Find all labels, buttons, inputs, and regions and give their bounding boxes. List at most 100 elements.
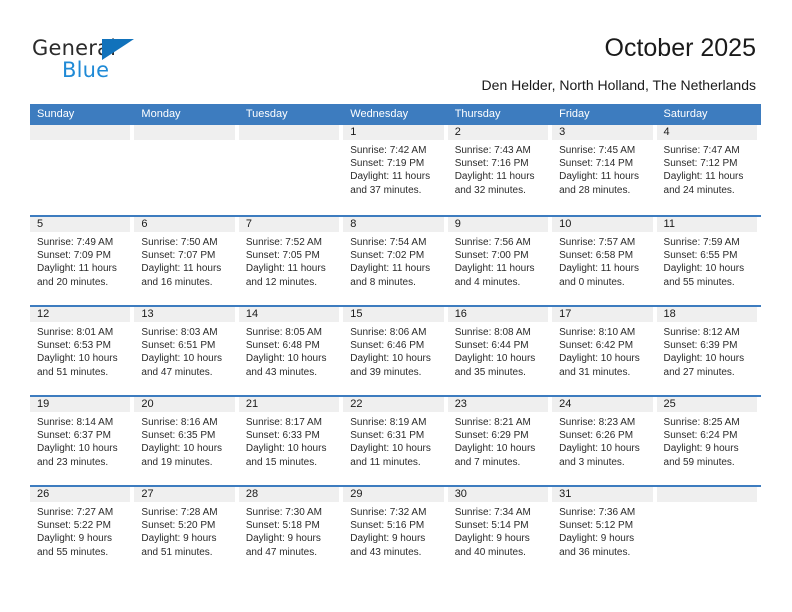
day-info-line: Sunset: 7:14 PM (559, 158, 634, 170)
day-number: 17 (559, 308, 572, 320)
day-info-line: Sunrise: 7:52 AM (245, 237, 322, 248)
day-number-band: 17 (552, 307, 653, 322)
day-sun-info: Sunrise: 7:30 AM Sunset: 5:18 PM Daylight:… (239, 502, 339, 559)
day-number-band: 2 (447, 125, 549, 140)
day-number: 31 (559, 488, 572, 500)
day-cell-23[interactable]: 23 Sunrise: 8:21 AM Sunset: 6:29 PM Dayligh… (447, 397, 552, 485)
day-info-line: Sunrise: 8:16 AM (141, 417, 218, 428)
day-cell-3[interactable]: 3 Sunrise: 7:45 AM Sunset: 7:14 PM Daylight… (552, 125, 656, 215)
day-cell-19[interactable]: 19 Sunrise: 8:14 AM Sunset: 6:37 PM Dayligh… (30, 397, 134, 485)
weekday-header-wednesday: Wednesday (350, 108, 409, 120)
day-cell-29[interactable]: 29 Sunrise: 7:32 AM Sunset: 5:16 PM Dayligh… (343, 487, 447, 575)
day-cell-28[interactable]: 28 Sunrise: 7:30 AM Sunset: 5:18 PM Dayligh… (238, 487, 343, 575)
day-cell-21[interactable]: 21 Sunrise: 8:17 AM Sunset: 6:33 PM Dayligh… (238, 397, 343, 485)
day-cell-7[interactable]: 7 Sunrise: 7:52 AM Sunset: 7:05 PM Daylight… (238, 217, 343, 305)
day-number-band: 4 (656, 125, 757, 140)
day-number: 28 (245, 488, 259, 500)
day-sun-info: Sunrise: 8:23 AM Sunset: 6:26 PM Daylight:… (552, 412, 652, 469)
day-cell-30[interactable]: 30 Sunrise: 7:34 AM Sunset: 5:14 PM Dayligh… (447, 487, 552, 575)
day-info-line: Sunrise: 8:06 AM (350, 327, 427, 338)
day-info-line: and 55 minutes. (37, 546, 109, 558)
day-info-line: Sunrise: 7:59 AM (663, 237, 740, 248)
day-sun-info: Sunrise: 7:47 AM Sunset: 7:12 PM Daylight:… (657, 140, 757, 197)
day-cell-10[interactable]: 10 Sunrise: 7:57 AM Sunset: 6:58 PM Dayligh… (552, 217, 656, 305)
day-cell-9[interactable]: 9 Sunrise: 7:56 AM Sunset: 7:00 PM Daylight… (447, 217, 552, 305)
day-info-line: and 0 minutes. (559, 276, 625, 288)
day-info-line: Sunrise: 8:21 AM (454, 417, 531, 428)
day-sun-info: Sunrise: 8:08 AM Sunset: 6:44 PM Daylight:… (448, 322, 548, 379)
day-info-line: Sunrise: 8:14 AM (37, 417, 114, 428)
day-info-line: Sunrise: 7:54 AM (350, 237, 427, 248)
day-sun-info: Sunrise: 8:25 AM Sunset: 6:24 PM Daylight:… (657, 412, 757, 469)
day-number: 4 (663, 126, 670, 138)
day-number-band: 5 (30, 217, 131, 232)
day-number-band: 8 (343, 217, 444, 232)
day-info-line: Sunrise: 7:27 AM (37, 507, 114, 518)
day-cell-14[interactable]: 14 Sunrise: 8:05 AM Sunset: 6:48 PM Dayligh… (238, 307, 343, 395)
day-info-line: Daylight: 11 hours (559, 171, 639, 183)
day-number: 1 (350, 126, 357, 138)
day-number-band: 19 (30, 397, 131, 412)
day-number-band: 23 (447, 397, 549, 412)
day-cell-12[interactable]: 12 Sunrise: 8:01 AM Sunset: 6:53 PM Dayligh… (30, 307, 134, 395)
day-info-line: Daylight: 10 hours (663, 263, 745, 275)
day-cell-27[interactable]: 27 Sunrise: 7:28 AM Sunset: 5:20 PM Dayligh… (134, 487, 238, 575)
day-sun-info: Sunrise: 7:32 AM Sunset: 5:16 PM Daylight:… (343, 502, 443, 559)
day-number: 8 (350, 218, 357, 230)
logo-text-blue: Blue (62, 58, 110, 82)
day-info-line: Sunset: 6:31 PM (350, 430, 425, 442)
day-info-line: Sunrise: 8:12 AM (663, 327, 740, 338)
day-number: 21 (245, 398, 259, 410)
day-cell-16[interactable]: 16 Sunrise: 8:08 AM Sunset: 6:44 PM Dayligh… (447, 307, 552, 395)
day-info-line: and 23 minutes. (37, 456, 109, 468)
day-number: 24 (559, 398, 572, 410)
day-cell-1[interactable]: 1 Sunrise: 7:42 AM Sunset: 7:19 PM Daylight… (343, 125, 447, 215)
day-cell-2[interactable]: 2 Sunrise: 7:43 AM Sunset: 7:16 PM Daylight… (447, 125, 552, 215)
day-info-line: Daylight: 11 hours (454, 263, 535, 275)
day-sun-info: Sunrise: 8:16 AM Sunset: 6:35 PM Daylight:… (134, 412, 234, 469)
day-number-band: 3 (552, 125, 653, 140)
day-number: 5 (37, 218, 44, 230)
day-cell-8[interactable]: 8 Sunrise: 7:54 AM Sunset: 7:02 PM Daylight… (343, 217, 447, 305)
day-cell-5[interactable]: 5 Sunrise: 7:49 AM Sunset: 7:09 PM Daylight… (30, 217, 134, 305)
day-info-line: Sunrise: 7:47 AM (663, 145, 740, 156)
day-info-line: Daylight: 10 hours (663, 353, 745, 365)
day-info-line: Sunset: 6:51 PM (141, 340, 216, 352)
weekday-header-sunday: Sunday (37, 108, 75, 120)
day-info-line: Daylight: 10 hours (454, 443, 536, 455)
day-cell-18[interactable]: 18 Sunrise: 8:12 AM Sunset: 6:39 PM Dayligh… (656, 307, 761, 395)
day-info-line: and 20 minutes. (37, 276, 109, 288)
day-cell-31[interactable]: 31 Sunrise: 7:36 AM Sunset: 5:12 PM Dayligh… (552, 487, 656, 575)
day-info-line: and 47 minutes. (141, 366, 213, 378)
day-cell-17[interactable]: 17 Sunrise: 8:10 AM Sunset: 6:42 PM Dayligh… (552, 307, 656, 395)
general-blue-logo[interactable]: General Blue (32, 36, 212, 86)
day-cell-26[interactable]: 26 Sunrise: 7:27 AM Sunset: 5:22 PM Dayligh… (30, 487, 134, 575)
day-sun-info: Sunrise: 8:19 AM Sunset: 6:31 PM Daylight:… (343, 412, 443, 469)
day-info-line: Sunrise: 8:17 AM (245, 417, 322, 428)
day-info-line: and 40 minutes. (454, 546, 526, 558)
day-number: 29 (350, 488, 363, 500)
day-sun-info: Sunrise: 8:01 AM Sunset: 6:53 PM Daylight:… (30, 322, 130, 379)
day-info-line: Sunset: 6:46 PM (350, 340, 425, 352)
day-cell-20[interactable]: 20 Sunrise: 8:16 AM Sunset: 6:35 PM Dayligh… (134, 397, 238, 485)
day-cell-24[interactable]: 24 Sunrise: 8:23 AM Sunset: 6:26 PM Dayligh… (552, 397, 656, 485)
day-info-line: Sunset: 6:55 PM (663, 250, 738, 262)
day-cell-13[interactable]: 13 Sunrise: 8:03 AM Sunset: 6:51 PM Dayligh… (134, 307, 238, 395)
logo-triangle-icon (102, 39, 134, 60)
day-cell-11[interactable]: 11 Sunrise: 7:59 AM Sunset: 6:55 PM Dayligh… (656, 217, 761, 305)
day-cell-15[interactable]: 15 Sunrise: 8:06 AM Sunset: 6:46 PM Dayligh… (343, 307, 447, 395)
day-info-line: and 51 minutes. (37, 366, 109, 378)
day-cell-4[interactable]: 4 Sunrise: 7:47 AM Sunset: 7:12 PM Daylight… (656, 125, 761, 215)
day-cell-6[interactable]: 6 Sunrise: 7:50 AM Sunset: 7:07 PM Daylight… (134, 217, 238, 305)
day-info-line: Daylight: 10 hours (454, 353, 536, 365)
day-info-line: and 37 minutes. (350, 184, 422, 196)
day-info-line: and 47 minutes. (245, 546, 318, 558)
day-info-line: Sunrise: 8:03 AM (141, 327, 218, 338)
day-number-band (30, 125, 131, 140)
day-info-line: and 12 minutes. (245, 276, 318, 288)
day-info-line: Daylight: 9 hours (350, 533, 426, 545)
day-cell-22[interactable]: 22 Sunrise: 8:19 AM Sunset: 6:31 PM Dayligh… (343, 397, 447, 485)
day-cell-25[interactable]: 25 Sunrise: 8:25 AM Sunset: 6:24 PM Dayligh… (656, 397, 761, 485)
day-number-band: 1 (343, 125, 444, 140)
day-number: 19 (37, 398, 50, 410)
